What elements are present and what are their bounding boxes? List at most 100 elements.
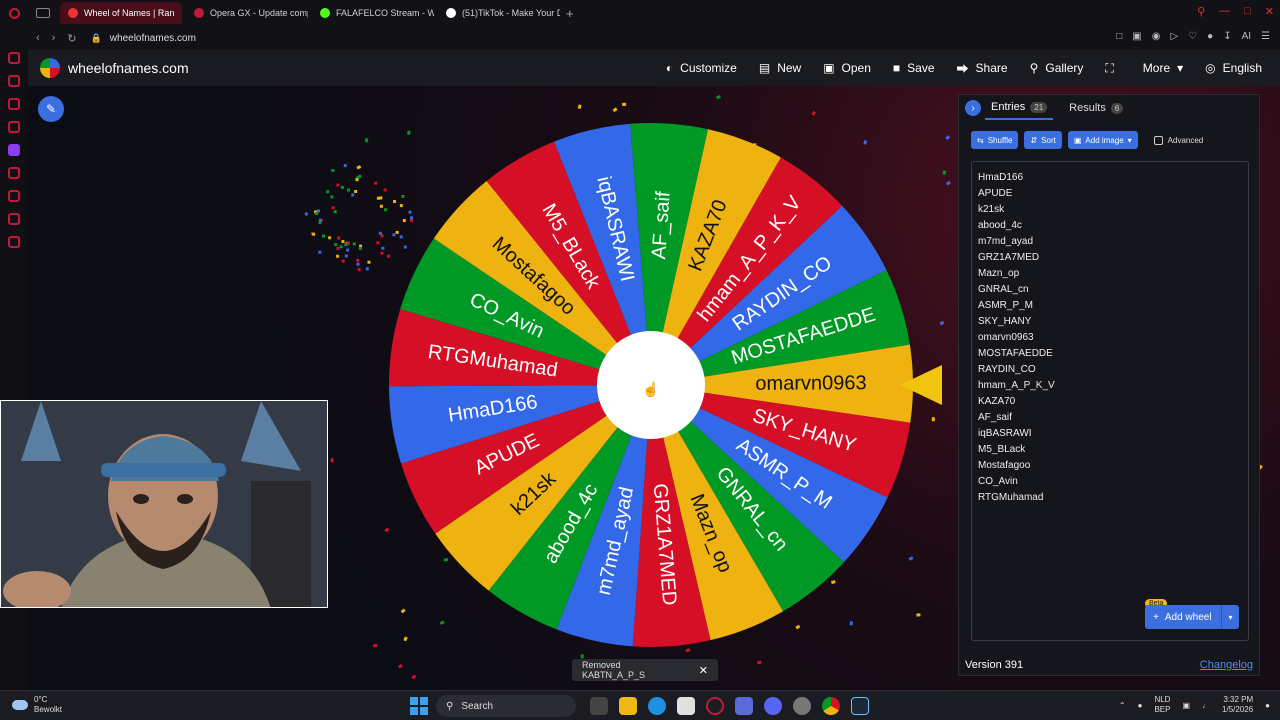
gx-store-icon[interactable] — [8, 75, 20, 87]
menu-item-label: English — [1222, 61, 1262, 75]
volume-icon[interactable]: ♩ — [1202, 701, 1210, 710]
weather-widget[interactable]: 0°C Bewolkt — [12, 695, 62, 715]
edit-pencil-button[interactable]: ✎ — [38, 96, 64, 122]
search-icon: ⚲ — [1029, 61, 1039, 75]
menu-icon[interactable]: ☰ — [1261, 31, 1270, 42]
menu-item-gallery[interactable]: ⚲ Gallery — [1030, 61, 1084, 75]
date-text: 1/5/2026 — [1222, 705, 1254, 714]
browser-tab[interactable]: FALAFELCO Stream - Wat — [312, 2, 434, 24]
entry-line: HmaD166 — [978, 172, 1024, 183]
shield-icon[interactable]: ◉ — [1152, 31, 1161, 42]
language-indicator[interactable]: NLD BEP — [1154, 695, 1170, 715]
settings-icon[interactable] — [793, 697, 811, 715]
close-button[interactable]: ✕ — [1265, 5, 1274, 18]
forward-icon[interactable]: › — [52, 32, 56, 45]
menu-item-share[interactable]: ⮕ Share — [957, 60, 1008, 77]
add-wheel-button[interactable]: + Add wheel ▾ — [1145, 605, 1239, 629]
tab-grid-icon[interactable] — [36, 8, 50, 18]
entry-line: hmam_A_P_K_V — [978, 380, 1055, 391]
steam-icon[interactable] — [851, 697, 869, 715]
wheel-logo-icon[interactable] — [40, 58, 60, 78]
vscode-icon[interactable] — [735, 697, 753, 715]
advanced-checkbox[interactable] — [1153, 135, 1163, 145]
site-name[interactable]: wheelofnames.com — [68, 60, 189, 76]
menu-item-save[interactable]: ■ Save — [893, 61, 935, 75]
gx-controller-icon[interactable] — [8, 98, 20, 110]
confetti-piece — [331, 169, 335, 173]
minimize-button[interactable]: — — [1219, 5, 1230, 18]
reload-icon[interactable]: ↻ — [67, 32, 76, 45]
entries-textarea[interactable]: HmaD166 APUDE k21sk abood_4c m7md_ayad GRZ1A7… — [971, 161, 1249, 641]
heart-icon[interactable]: ♡ — [1188, 31, 1197, 42]
edge-icon[interactable] — [648, 697, 666, 715]
ai-icon[interactable]: AI — [1242, 31, 1251, 42]
changelog-link[interactable]: Changelog — [1200, 659, 1253, 671]
confetti-piece — [318, 250, 322, 254]
add-wheel-dropdown[interactable]: ▾ — [1221, 605, 1239, 629]
gx-settings-icon[interactable] — [8, 236, 20, 248]
browser-tab[interactable]: Wheel of Names | Ran — [60, 2, 182, 24]
tab-results[interactable]: Results 6 — [1063, 96, 1129, 120]
clock[interactable]: 3:32 PM 1/5/2026 — [1222, 695, 1253, 715]
task-view-icon[interactable] — [590, 697, 608, 715]
play-icon[interactable]: ▷ — [1170, 31, 1178, 42]
collapse-panel-button[interactable]: › — [965, 100, 981, 116]
menu-item-customize[interactable]: ◐ Customize — [666, 61, 737, 75]
opera-gx-icon[interactable] — [706, 697, 724, 715]
advanced-label: Advanced — [1167, 135, 1204, 145]
confetti-piece — [351, 193, 355, 197]
store-icon[interactable] — [677, 697, 695, 715]
confetti-piece — [336, 183, 340, 187]
chevron-up-icon[interactable]: ⌃ — [1119, 701, 1126, 710]
download-icon[interactable]: ↧ — [1223, 31, 1231, 42]
entry-line: abood_4c — [978, 220, 1022, 231]
menu-item-open[interactable]: ▣ Open — [823, 61, 871, 75]
close-toast-icon[interactable]: ✕ — [699, 664, 708, 677]
url-field[interactable]: 🔒 wheelofnames.com — [91, 33, 196, 44]
confetti-piece — [381, 246, 385, 250]
gx-messenger-icon[interactable] — [8, 167, 20, 179]
taskbar-search[interactable]: ⚲ Search — [436, 695, 576, 717]
confetti-piece — [316, 209, 320, 213]
snapshot-icon[interactable]: ▣ — [1132, 31, 1141, 42]
advanced-toggle[interactable]: Advanced — [1153, 135, 1204, 145]
menu-item-new[interactable]: ▤ New — [759, 61, 801, 75]
chrome-icon[interactable] — [822, 697, 840, 715]
bookmark-icon[interactable]: □ — [1116, 31, 1122, 42]
gx-extensions-icon[interactable] — [8, 213, 20, 225]
nav-buttons: ‹ › ↻ — [36, 32, 77, 45]
confetti-piece — [312, 232, 316, 236]
file-explorer-icon[interactable] — [619, 697, 637, 715]
windows-start-icon[interactable] — [410, 697, 428, 715]
notification-icon[interactable]: ● — [1265, 701, 1270, 710]
gx-corner-icon[interactable] — [8, 52, 20, 64]
tab-entries[interactable]: Entries 21 — [985, 96, 1054, 120]
new-tab-button[interactable]: + — [566, 6, 574, 21]
sort-button[interactable]: ⇵ Sort — [1024, 131, 1062, 149]
gx-history-icon[interactable] — [8, 190, 20, 202]
menu-item-fullscreen[interactable]: ⛶ — [1105, 61, 1120, 76]
browser-tab[interactable]: (51)TikTok - Make Your Da — [438, 2, 560, 24]
confetti-piece — [380, 234, 384, 238]
confetti-piece — [334, 243, 338, 247]
maximize-button[interactable]: □ — [1244, 5, 1251, 18]
shuffle-button[interactable]: ⇆ Shuffle — [971, 131, 1019, 149]
network-icon[interactable]: ▣ — [1182, 701, 1190, 710]
confetti-piece — [355, 178, 359, 182]
mic-icon[interactable]: ● — [1138, 701, 1143, 710]
twitch-icon[interactable] — [8, 144, 20, 156]
add-image-button[interactable]: ▣ Add image ▾ — [1067, 131, 1138, 149]
opera-logo-icon[interactable] — [0, 7, 28, 19]
profile-icon[interactable]: ● — [1207, 31, 1213, 42]
back-icon[interactable]: ‹ — [36, 32, 40, 45]
search-icon[interactable]: ⚲ — [1197, 5, 1205, 18]
gx-player-icon[interactable] — [8, 121, 20, 133]
menu-item-more[interactable]: More ▾ — [1143, 61, 1183, 75]
browser-tab-title: Opera GX - Update compl — [210, 8, 308, 18]
discord-icon[interactable] — [764, 697, 782, 715]
confetti-piece — [358, 246, 362, 250]
menu-item-label: Customize — [680, 61, 737, 75]
menu-item-english[interactable]: ◎ English — [1205, 61, 1262, 75]
browser-tab[interactable]: Opera GX - Update compl — [186, 2, 308, 24]
top-menu: ◐ Customize ▤ New ▣ Open ■ Save ⮕ Share ⚲ Gallery ⛶ M… — [666, 50, 1262, 86]
